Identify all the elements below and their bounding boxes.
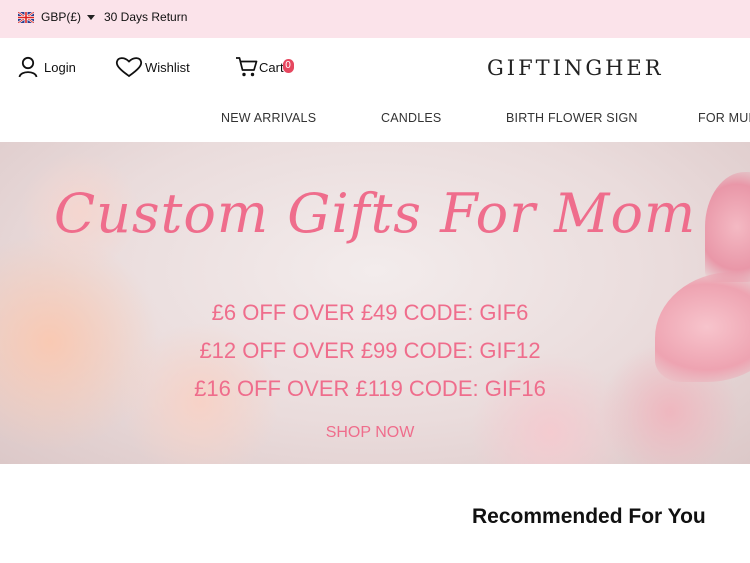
ribbon-decoration [655,272,750,382]
cart-count-badge: 0 [282,59,294,73]
hero-banner[interactable]: Custom Gifts For Mom £6 OFF OVER £49 COD… [0,142,750,464]
currency-label: GBP(£) [41,10,82,24]
nav-item-new-arrivals[interactable]: NEW ARRIVALS [221,111,316,125]
section-title: Recommended For You [472,505,706,528]
promo-line: £16 OFF OVER £119 CODE: GIF16 [194,376,546,401]
caret-down-icon [87,14,96,20]
wishlist-label: Wishlist [145,59,190,75]
main-nav: NEW ARRIVALS CANDLES BIRTH FLOWER SIGN F… [0,98,750,142]
nav-item-candles[interactable]: CANDLES [381,111,441,125]
cart-link[interactable]: Cart 0 [235,56,294,78]
uk-flag-icon [18,12,34,23]
returns-link[interactable]: 30 Days Return [104,10,187,24]
shop-now-button[interactable]: SHOP NOW [0,424,740,442]
cart-icon [236,57,258,77]
site-header: Login Wishlist Cart 0 GIFTINGHER [0,38,750,98]
login-link[interactable]: Login [18,56,76,78]
promo-line: £6 OFF OVER £49 CODE: GIF6 [211,300,529,325]
currency-selector[interactable]: GBP(£) [41,10,96,24]
hero-title: Custom Gifts For Mom [53,182,697,245]
user-icon [18,56,38,78]
heart-icon [115,57,143,78]
cart-label: Cart [259,59,284,75]
top-bar: GBP(£) 30 Days Return [0,0,750,38]
promo-line: £12 OFF OVER £99 CODE: GIF12 [199,338,541,363]
wishlist-link[interactable]: Wishlist [115,56,190,78]
nav-item-birth-flower-sign[interactable]: BIRTH FLOWER SIGN [506,111,638,125]
nav-item-for-mum[interactable]: FOR MUM [698,111,750,125]
site-logo[interactable]: GIFTINGHER [487,56,664,80]
login-label: Login [44,59,76,75]
